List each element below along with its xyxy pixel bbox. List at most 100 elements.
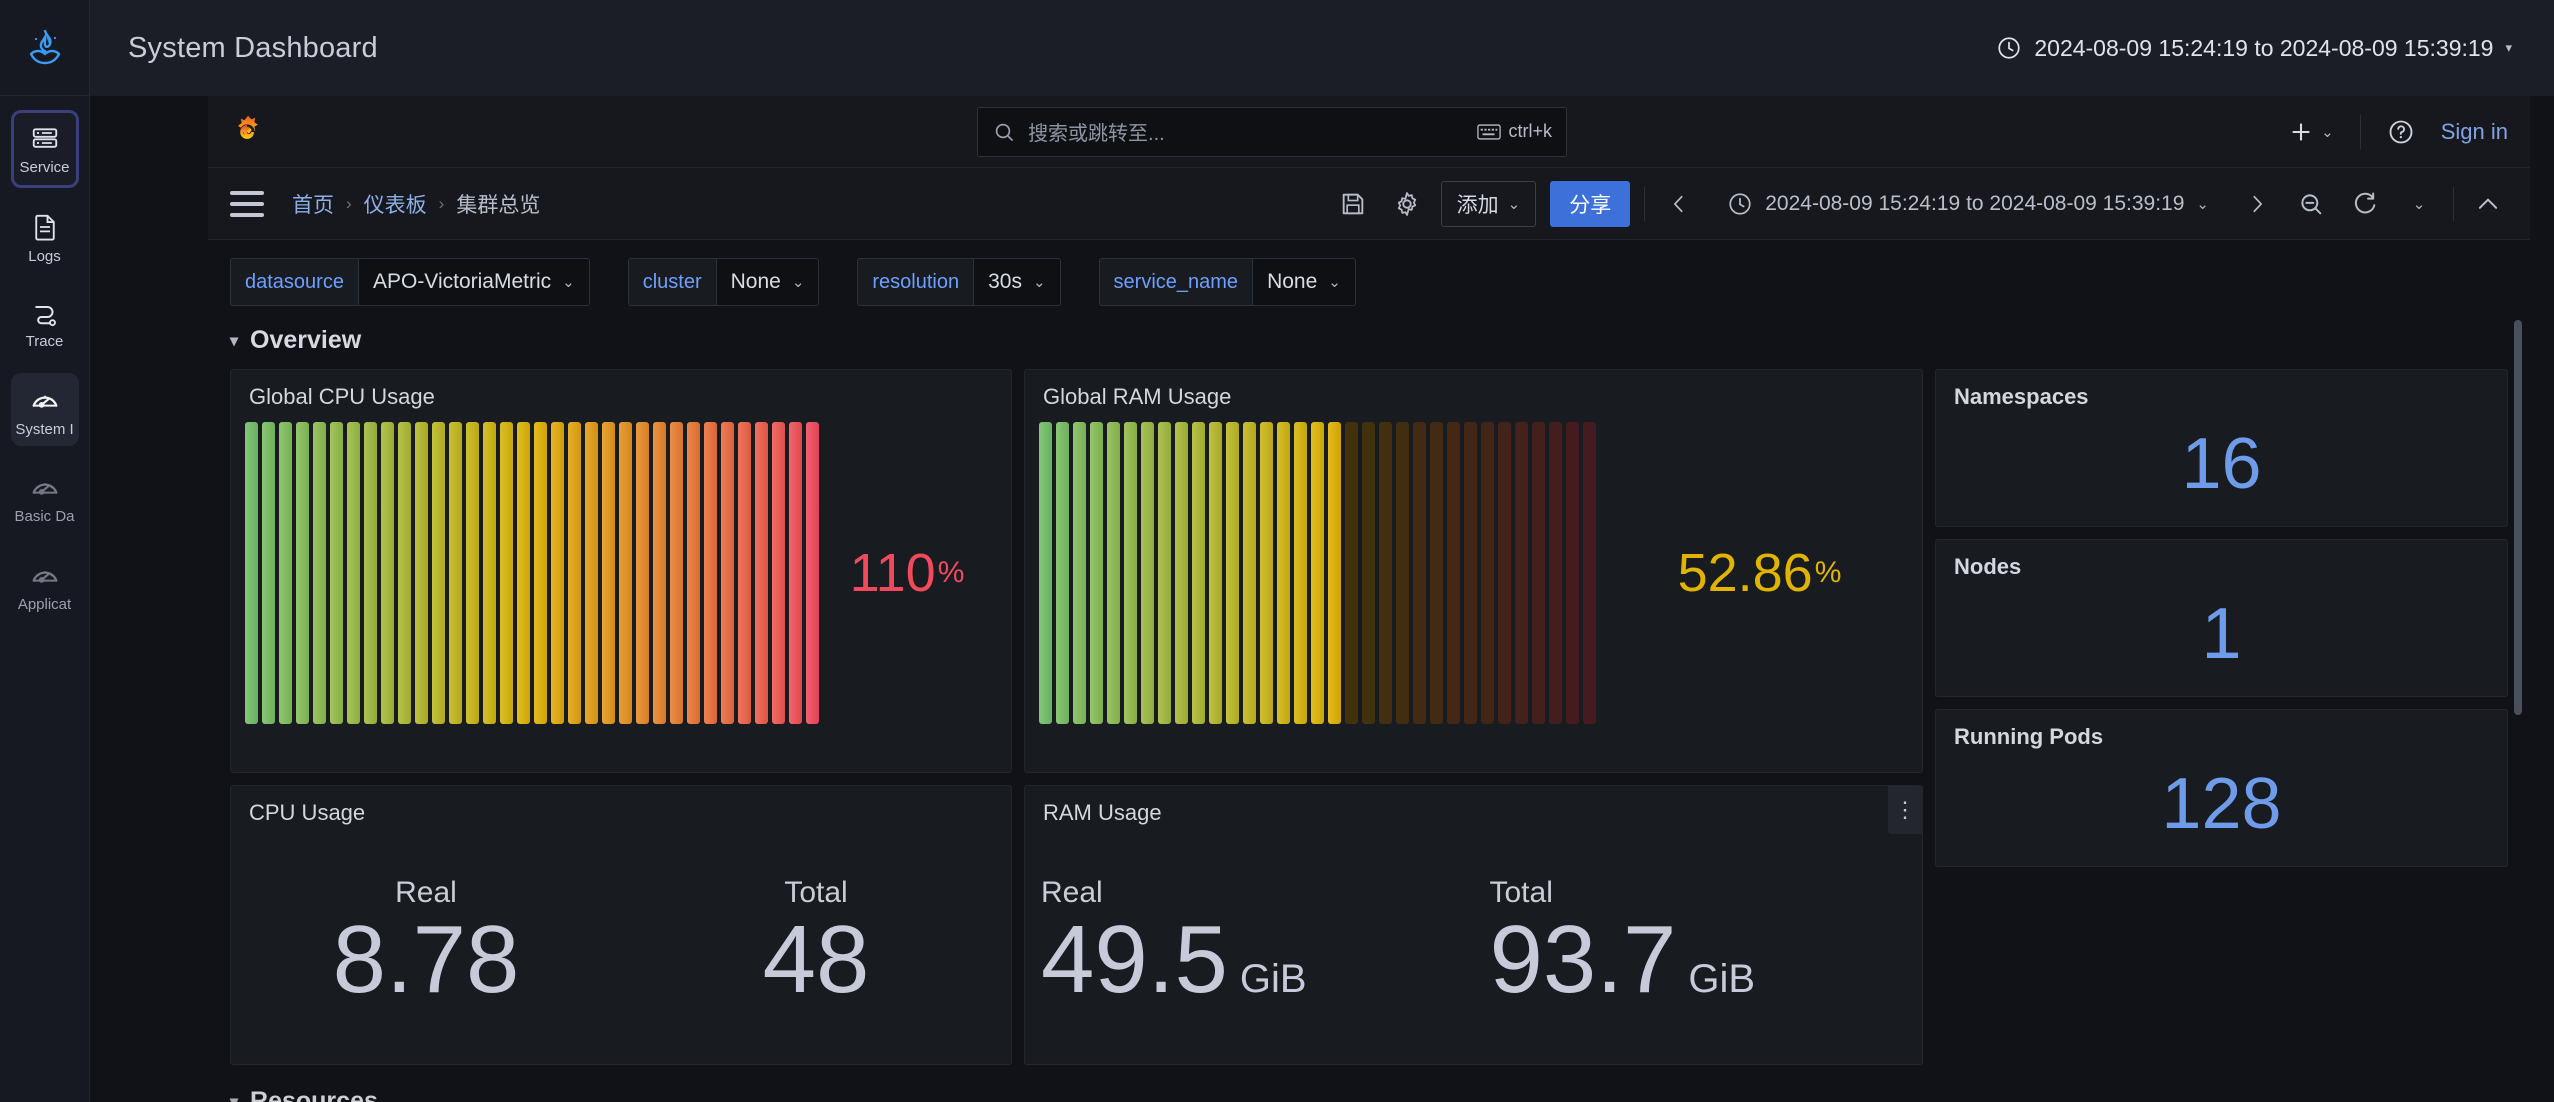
led-segment: [245, 422, 258, 724]
led-segment: [1600, 422, 1613, 724]
sign-in-button[interactable]: Sign in: [2441, 119, 2508, 145]
divider: [2359, 114, 2361, 149]
breadcrumb-item-current: 集群总览: [456, 193, 541, 217]
hamburger-menu-icon[interactable]: [230, 190, 264, 217]
time-shift-back-button[interactable]: [1659, 184, 1699, 224]
led-segment: [1090, 422, 1103, 724]
global-time-range-picker[interactable]: 2024-08-09 15:24:19 to 2024-08-09 15:39:…: [1984, 27, 2524, 70]
variable-select[interactable]: 30s ⌄: [973, 258, 1061, 306]
led-segment: [1209, 422, 1222, 724]
variable-select[interactable]: None ⌄: [715, 258, 820, 306]
panel-grid: Global CPU Usage 110% Global RAM Usage 5…: [230, 369, 2508, 1102]
panel-running-pods[interactable]: Running Pods 128: [1935, 709, 2508, 867]
led-segment: [1192, 422, 1205, 724]
variable-value: APO-VictoriaMetric: [372, 270, 552, 293]
led-segment: [636, 422, 649, 724]
stat-unit: GiB: [1688, 957, 1756, 1001]
led-segment: [602, 422, 615, 724]
stat-value: 1: [2201, 594, 2242, 674]
save-dashboard-button[interactable]: [1333, 184, 1373, 224]
led-segment: [1158, 422, 1171, 724]
panel-cpu-usage[interactable]: CPU Usage Real 8.78 Total 48: [230, 785, 1012, 1065]
grafana-logo-icon[interactable]: [230, 114, 266, 150]
add-new-button[interactable]: ⌄: [2278, 112, 2344, 152]
sidebar-item-label: Logs: [28, 247, 61, 265]
panel-global-ram-usage[interactable]: Global RAM Usage 52.86%: [1024, 369, 1923, 773]
panel-title: CPU Usage: [249, 800, 366, 825]
dashboard-settings-button[interactable]: [1387, 184, 1427, 224]
sidebar-item-application[interactable]: Applicat: [11, 548, 79, 622]
search-input[interactable]: 搜索或跳转至... ctrl+k: [977, 106, 1568, 157]
main-column: System Dashboard 2024-08-09 15:24:19 to …: [90, 0, 2554, 1102]
led-segment: [381, 422, 394, 724]
app-logo[interactable]: [0, 0, 89, 96]
led-segment: [330, 422, 343, 724]
plus-icon: [2292, 122, 2310, 141]
breadcrumb-item-home[interactable]: 首页: [292, 189, 334, 219]
help-button[interactable]: [2377, 111, 2425, 153]
add-panel-label: 添加: [1456, 193, 1499, 217]
sidebar-item-service[interactable]: Service: [10, 110, 79, 188]
led-segment: [1141, 422, 1154, 724]
sidebar-item-logs[interactable]: Logs: [11, 202, 79, 274]
panel-ram-usage[interactable]: RAM Usage ⋮ Real 49.5 GiB Total 93.7 GiB: [1024, 785, 1923, 1065]
dashboard-scrollbar-track[interactable]: [2514, 320, 2526, 1102]
panel-namespaces[interactable]: Namespaces 16: [1935, 369, 2508, 527]
refresh-dashboard-button[interactable]: [2345, 184, 2385, 224]
variable-select[interactable]: None ⌄: [1252, 258, 1356, 306]
chevron-down-icon: ▾: [230, 332, 239, 350]
row-header-resources[interactable]: ▾ Resources: [230, 1077, 1923, 1102]
panel-menu-icon[interactable]: ⋮: [1888, 786, 1922, 834]
sidebar-item-trace[interactable]: Trace: [11, 287, 79, 359]
led-gauge-ram: 52.86%: [1025, 410, 1922, 740]
stat-value: 128: [2161, 764, 2282, 844]
row-header-overview[interactable]: ▾ Overview: [230, 320, 2508, 369]
page-header: System Dashboard 2024-08-09 15:24:19 to …: [90, 0, 2554, 96]
stat-pair: Real 8.78 Total 48: [231, 826, 1011, 1058]
led-segment: [568, 422, 581, 724]
dashboard-time-range-picker[interactable]: 2024-08-09 15:24:19 to 2024-08-09 15:39:…: [1713, 181, 2223, 227]
breadcrumb: 首页 › 仪表板 › 集群总览: [292, 189, 540, 219]
stat-value: 93.7: [1489, 906, 1677, 1013]
add-panel-button[interactable]: 添加 ⌄: [1440, 180, 1537, 227]
share-dashboard-button[interactable]: 分享: [1550, 180, 1631, 227]
breadcrumb-item-dashboards[interactable]: 仪表板: [364, 189, 427, 219]
dashboard-scrollbar-thumb[interactable]: [2514, 320, 2522, 715]
zoom-out-time-button[interactable]: [2291, 184, 2331, 224]
led-segment: [262, 422, 275, 724]
led-bar: [1039, 422, 1613, 724]
chevron-down-icon: ⌄: [562, 274, 575, 291]
panel-nodes[interactable]: Nodes 1: [1935, 539, 2508, 697]
led-segment: [1532, 422, 1545, 724]
stat-row: CPU Usage Real 8.78 Total 48 RAM Usage ⋮…: [230, 785, 1923, 1065]
panel-global-cpu-usage[interactable]: Global CPU Usage 110%: [230, 369, 1012, 773]
clock-icon: [1729, 192, 1751, 215]
led-segment: [585, 422, 598, 724]
grafana-search-container: 搜索或跳转至... ctrl+k: [284, 106, 2260, 157]
keyboard-icon: [1476, 123, 1501, 140]
search-icon: [995, 123, 1013, 141]
led-segment: [466, 422, 479, 724]
collapse-toolbar-button[interactable]: [2468, 184, 2508, 224]
led-segment: [1481, 422, 1494, 724]
led-segment: [670, 422, 683, 724]
led-segment: [653, 422, 666, 724]
time-shift-forward-button[interactable]: [2237, 184, 2277, 224]
clock-icon: [1998, 37, 2020, 59]
refresh-interval-dropdown[interactable]: ⌄: [2399, 184, 2439, 224]
led-segment: [1294, 422, 1307, 724]
variable-select[interactable]: APO-VictoriaMetric ⌄: [357, 258, 590, 306]
led-segment: [755, 422, 768, 724]
gauge-unit: %: [1814, 556, 1842, 589]
chevron-right-icon: [2253, 195, 2262, 212]
sidebar-item-system-insight[interactable]: System I: [10, 372, 79, 446]
led-segment: [1345, 422, 1358, 724]
sidebar-item-basic-data[interactable]: Basic Da: [11, 460, 79, 534]
search-shortcut: ctrl+k: [1476, 121, 1552, 142]
grafana-topnav-actions: ⌄ Sign in: [2278, 111, 2508, 153]
led-segment: [1073, 422, 1086, 724]
led-segment: [1175, 422, 1188, 724]
sidebar-item-label: Trace: [25, 333, 64, 350]
led-segment: [1413, 422, 1426, 724]
led-segment: [500, 422, 513, 724]
